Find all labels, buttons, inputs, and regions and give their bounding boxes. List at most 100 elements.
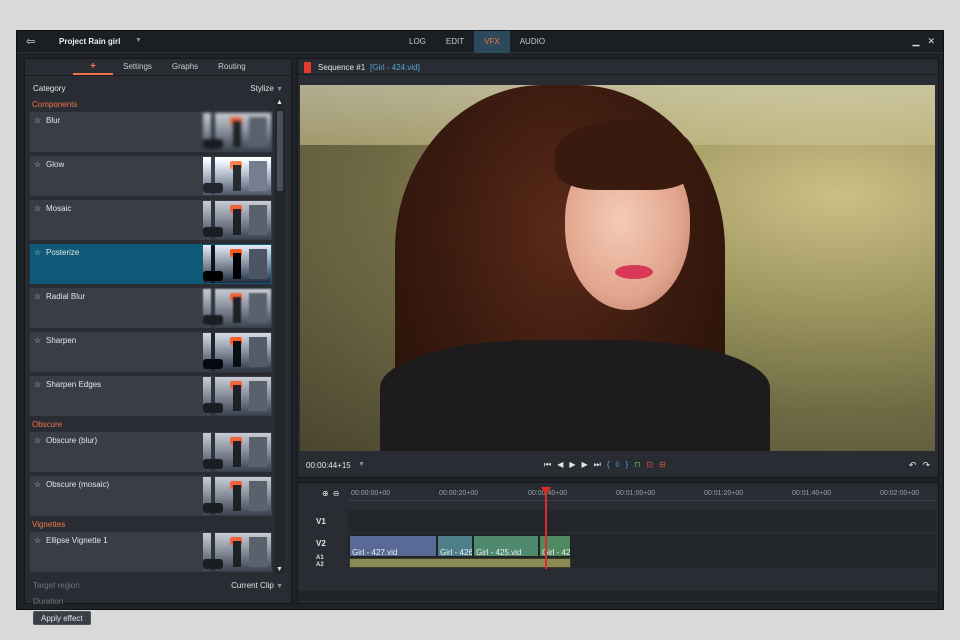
star-icon[interactable]: ☆ (34, 536, 41, 545)
effects-list: Components ☆ Blur ☆ Glow ☆ Mosaic ☆ Posteriz… (29, 99, 273, 573)
effect-item-blur[interactable]: ☆ Blur (29, 111, 273, 153)
step-back-icon[interactable]: ◀ (557, 460, 563, 470)
tab-log[interactable]: LOG (399, 31, 436, 53)
effect-item-posterize[interactable]: ☆ Posterize (29, 243, 273, 285)
go-to-start-icon[interactable]: ⏮ (544, 460, 551, 470)
effect-item-sharpen[interactable]: ☆ Sharpen (29, 331, 273, 373)
ruler-tick-label: 00:00:20+00 (439, 490, 479, 497)
mark-out-icon[interactable]: } (626, 460, 629, 470)
category-row[interactable]: Category Stylize ▼ (33, 84, 283, 96)
ruler-tick-label: 00:00:00+00 (351, 490, 391, 497)
effect-item-sharpen-edges[interactable]: ☆ Sharpen Edges (29, 375, 273, 417)
project-name[interactable]: Project Rain girl (59, 37, 120, 46)
step-forward-icon[interactable]: ▶ (582, 460, 588, 470)
category-select[interactable]: Stylize ▼ (250, 84, 283, 96)
play-icon[interactable]: ▶ (569, 460, 575, 470)
star-icon[interactable]: ☆ (34, 436, 41, 445)
workspace-tabs: LOG EDIT VFX AUDIO (399, 31, 555, 53)
current-clip-name: [Girl - 424.vid] (370, 63, 420, 72)
effect-thumbnail (203, 289, 271, 327)
tab-add[interactable]: + (73, 59, 113, 75)
track-label-v2: V2 (316, 539, 326, 548)
audio-clip[interactable] (349, 558, 571, 568)
sequence-flag-icon (304, 62, 311, 73)
effect-item-obscure-blur[interactable]: ☆ Obscure (blur) (29, 431, 273, 473)
timeline-clip[interactable]: Girl - 427.vid (349, 535, 437, 557)
effects-panel: + Settings Graphs Routing Category Styli… (24, 58, 292, 625)
close-icon[interactable]: ✕ (927, 36, 935, 47)
ruler-tick-label: 00:01:40+00 (792, 490, 832, 497)
tab-settings[interactable]: Settings (113, 59, 162, 75)
tab-audio[interactable]: AUDIO (510, 31, 555, 53)
star-icon[interactable]: ☆ (34, 336, 41, 345)
track-v1[interactable] (348, 510, 936, 532)
star-icon[interactable]: ☆ (34, 380, 41, 389)
effect-thumbnail (203, 333, 271, 371)
star-icon[interactable]: ☆ (34, 116, 41, 125)
timecode-display[interactable]: 00:00:44+15 (306, 461, 351, 470)
star-icon[interactable]: ☆ (34, 160, 41, 169)
viewer-panel: Sequence #1 [Girl - 424.vid] 00:00:44+15… (297, 58, 939, 478)
effect-thumbnail (203, 157, 271, 195)
apply-effect-button[interactable]: Apply effect (33, 611, 91, 625)
effect-item-ellipse-vignette[interactable]: ☆ Ellipse Vignette 1 (29, 531, 273, 573)
effect-thumbnail (203, 113, 271, 151)
effect-item-mosaic[interactable]: ☆ Mosaic (29, 199, 273, 241)
star-icon[interactable]: ☆ (34, 204, 41, 213)
effect-item-glow[interactable]: ☆ Glow (29, 155, 273, 197)
redo-icon[interactable]: ↷ (922, 460, 930, 471)
timecode-dropdown-icon[interactable]: ▼ (358, 461, 365, 468)
star-icon[interactable]: ☆ (34, 248, 41, 257)
target-region-row[interactable]: Target region Current Clip ▼ (33, 581, 283, 593)
star-icon[interactable]: ☆ (34, 292, 41, 301)
timeline-ruler[interactable]: 00:00:00+00 00:00:20+00 00:00:40+00 00:0… (348, 487, 936, 501)
scroll-thumb[interactable] (277, 111, 283, 191)
ruler-tick-label: 00:02:00+00 (880, 490, 920, 497)
ruler-tick-label: 00:01:20+00 (704, 490, 744, 497)
exit-icon[interactable]: ⇦ (26, 36, 38, 48)
scroll-up-icon[interactable]: ▲ (276, 99, 283, 106)
group-header: Obscure (32, 420, 63, 429)
timeline-clip[interactable]: Girl - 426.vid (437, 535, 473, 557)
track-label-a1: A1 (316, 555, 324, 561)
timeline-clip[interactable]: Girl - 424.vid (539, 535, 571, 557)
effect-thumbnail (203, 377, 271, 415)
group-header: Vignettes (32, 520, 66, 529)
category-label: Category (33, 84, 66, 93)
ruler-tick-label: 00:01:00+00 (616, 490, 656, 497)
scroll-down-icon[interactable]: ▼ (276, 566, 283, 573)
tab-graphs[interactable]: Graphs (162, 59, 208, 75)
go-to-end-icon[interactable]: ⏭ (594, 460, 601, 470)
clear-marks-icon[interactable]: ◊ (616, 460, 620, 470)
duration-label: Duration (33, 597, 64, 606)
minimize-icon[interactable]: ▁ (913, 36, 920, 47)
list-scrollbar[interactable]: ▲ ▼ (275, 99, 285, 573)
effect-item-radial-blur[interactable]: ☆ Radial Blur (29, 287, 273, 329)
video-preview[interactable] (300, 85, 935, 451)
target-region-label: Target region (33, 581, 80, 590)
mark-in-icon[interactable]: { (607, 460, 610, 470)
tab-routing[interactable]: Routing (208, 59, 256, 75)
zoom-out-icon[interactable]: ⊖ (333, 489, 340, 498)
timeline-clip[interactable]: Girl - 425.vid (473, 535, 539, 557)
history-controls: ↶ ↷ (909, 460, 930, 471)
star-icon[interactable]: ☆ (34, 480, 41, 489)
effect-item-obscure-mosaic[interactable]: ☆ Obscure (mosaic) (29, 475, 273, 517)
title-bar: ⇦ Project Rain girl ▼ LOG EDIT VFX AUDIO… (17, 31, 943, 53)
zoom-controls: ⊕ ⊖ (322, 489, 339, 498)
timeline-panel: ⊕ ⊖ 00:00:00+00 00:00:20+00 00:00:40+00 … (297, 482, 939, 604)
window-controls: ▁ ✕ (913, 36, 935, 47)
insert-icon[interactable]: ⊟ (659, 460, 666, 470)
playhead[interactable] (545, 487, 547, 569)
panel-tabs: + Settings Graphs Routing (25, 59, 291, 76)
zoom-in-icon[interactable]: ⊕ (322, 489, 329, 498)
target-region-select[interactable]: Current Clip ▼ (231, 581, 283, 593)
project-dropdown-icon[interactable]: ▼ (135, 37, 142, 44)
tab-edit[interactable]: EDIT (436, 31, 474, 53)
undo-icon[interactable]: ↶ (909, 460, 917, 471)
lock-icon[interactable]: ⊓ (634, 460, 640, 470)
tab-vfx[interactable]: VFX (474, 31, 510, 53)
overwrite-icon[interactable]: ⊡ (646, 460, 653, 470)
track-label-v1: V1 (316, 517, 326, 526)
timeline-scrollbar[interactable] (298, 591, 938, 601)
